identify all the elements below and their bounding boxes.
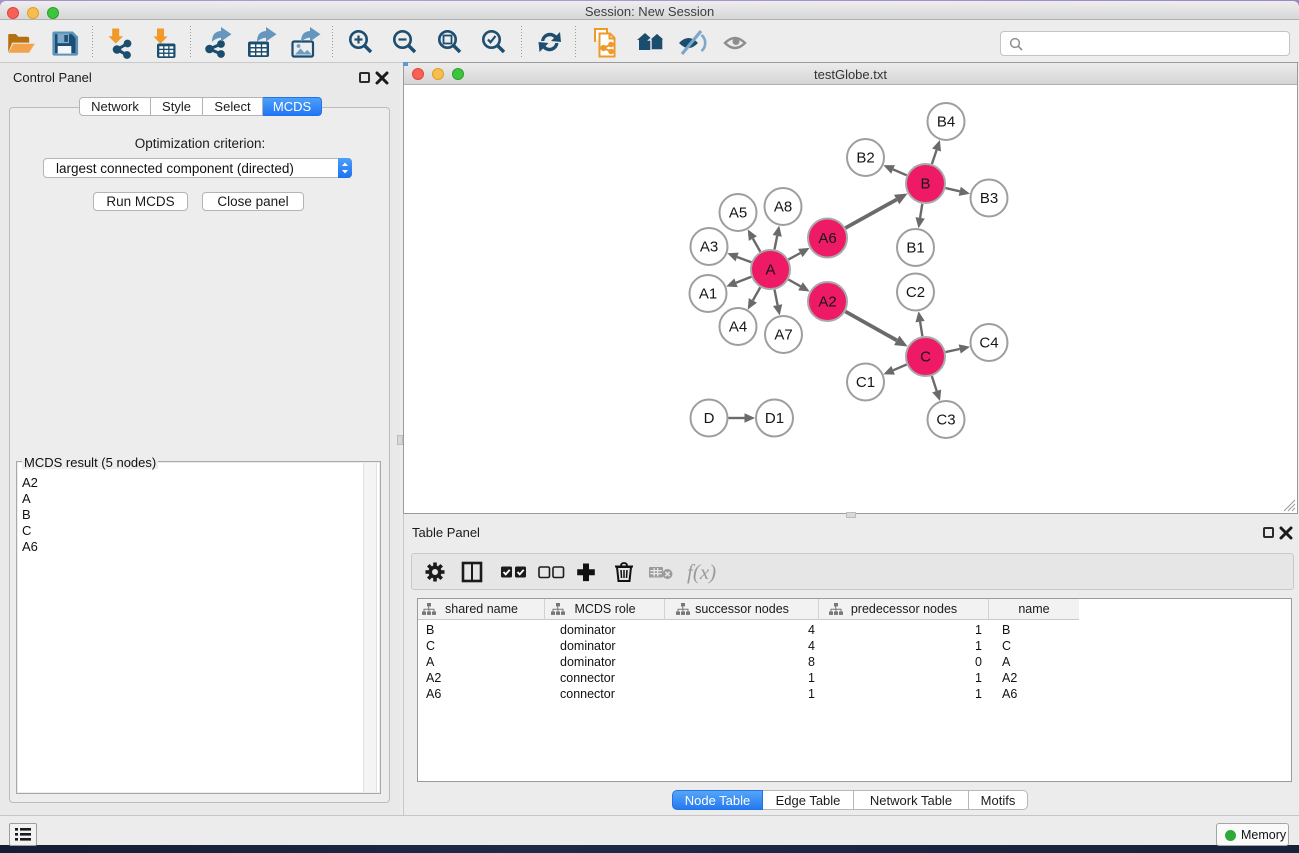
svg-text:A8: A8 [774, 199, 792, 216]
svg-text:A7: A7 [774, 327, 792, 344]
svg-text:A3: A3 [700, 239, 718, 256]
svg-text:B3: B3 [980, 190, 998, 207]
svg-text:A4: A4 [729, 319, 747, 336]
svg-text:A: A [765, 262, 775, 279]
svg-text:B: B [920, 176, 930, 193]
svg-text:B2: B2 [856, 150, 874, 167]
svg-text:C4: C4 [979, 335, 998, 352]
svg-text:B4: B4 [937, 114, 955, 131]
svg-text:C2: C2 [906, 284, 925, 301]
svg-text:C1: C1 [856, 374, 875, 391]
svg-text:D: D [704, 410, 715, 427]
svg-text:A6: A6 [818, 230, 836, 247]
svg-text:B1: B1 [906, 240, 924, 257]
svg-text:f(x): f(x) [687, 560, 716, 584]
svg-text:A1: A1 [699, 286, 717, 303]
svg-text:D1: D1 [765, 410, 784, 427]
svg-text:C3: C3 [936, 412, 955, 429]
svg-text:A2: A2 [818, 294, 836, 311]
svg-text:A5: A5 [729, 205, 747, 222]
svg-text:C: C [920, 349, 931, 366]
